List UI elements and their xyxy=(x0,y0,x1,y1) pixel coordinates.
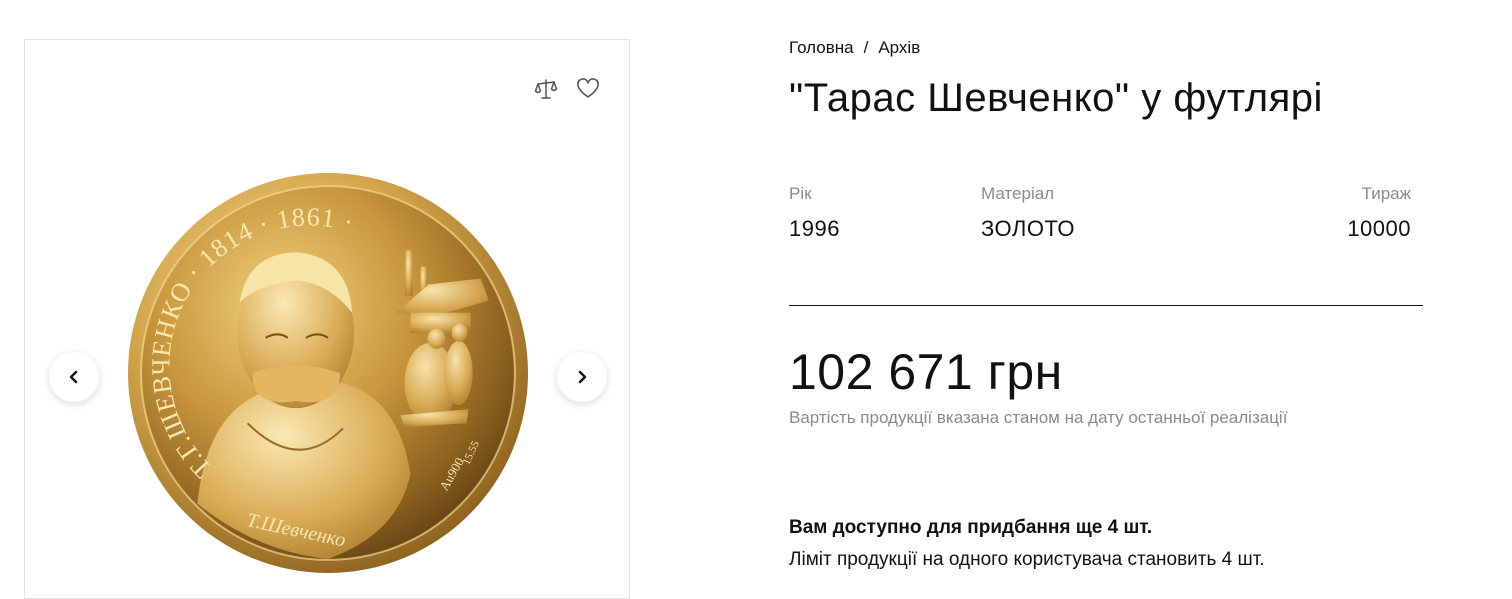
property-material-value: ЗОЛОТО xyxy=(981,216,1076,241)
property-material: Матеріал ЗОЛОТО xyxy=(981,184,1075,242)
compare-scales-icon xyxy=(534,79,558,99)
chevron-right-icon xyxy=(578,370,587,384)
purchase-limit-text: Ліміт продукції на одного користувача ст… xyxy=(789,549,1265,570)
breadcrumb-home-link[interactable]: Головна xyxy=(789,38,854,58)
next-image-button[interactable] xyxy=(557,352,607,402)
favorite-button[interactable] xyxy=(575,76,601,102)
product-price: 102 671 грн xyxy=(789,344,1063,400)
property-year: Рік 1996 xyxy=(789,184,840,242)
breadcrumb-separator: / xyxy=(863,38,869,57)
property-year-label: Рік xyxy=(789,184,812,203)
heart-icon xyxy=(577,78,599,98)
availability-text: Вам доступно для придбання ще 4 шт. xyxy=(789,517,1153,538)
product-properties: Рік 1996 Матеріал ЗОЛОТО Тираж 10000 xyxy=(789,184,1411,254)
coin-image: Т.Г.ШЕВЧЕНКО · 1814 · 1861 · Т.Шевченко … xyxy=(128,173,528,573)
gallery-actions xyxy=(533,76,601,102)
product-title: "Тарас Шевченко" у футлярі xyxy=(789,76,1323,120)
divider xyxy=(789,305,1423,306)
chevron-left-icon xyxy=(69,370,78,384)
property-mintage: Тираж 10000 xyxy=(1347,184,1411,242)
property-mintage-value: 10000 xyxy=(1347,216,1411,241)
property-mintage-label: Тираж xyxy=(1361,184,1411,203)
property-material-label: Матеріал xyxy=(981,184,1055,203)
price-note: Вартість продукції вказана станом на дат… xyxy=(789,408,1288,427)
breadcrumb: Головна / Архів xyxy=(789,38,920,58)
prev-image-button[interactable] xyxy=(49,352,99,402)
property-year-value: 1996 xyxy=(789,216,840,241)
compare-button[interactable] xyxy=(533,76,559,102)
product-gallery: Т.Г.ШЕВЧЕНКО · 1814 · 1861 · Т.Шевченко … xyxy=(24,39,630,599)
breadcrumb-current[interactable]: Архів xyxy=(878,38,920,58)
